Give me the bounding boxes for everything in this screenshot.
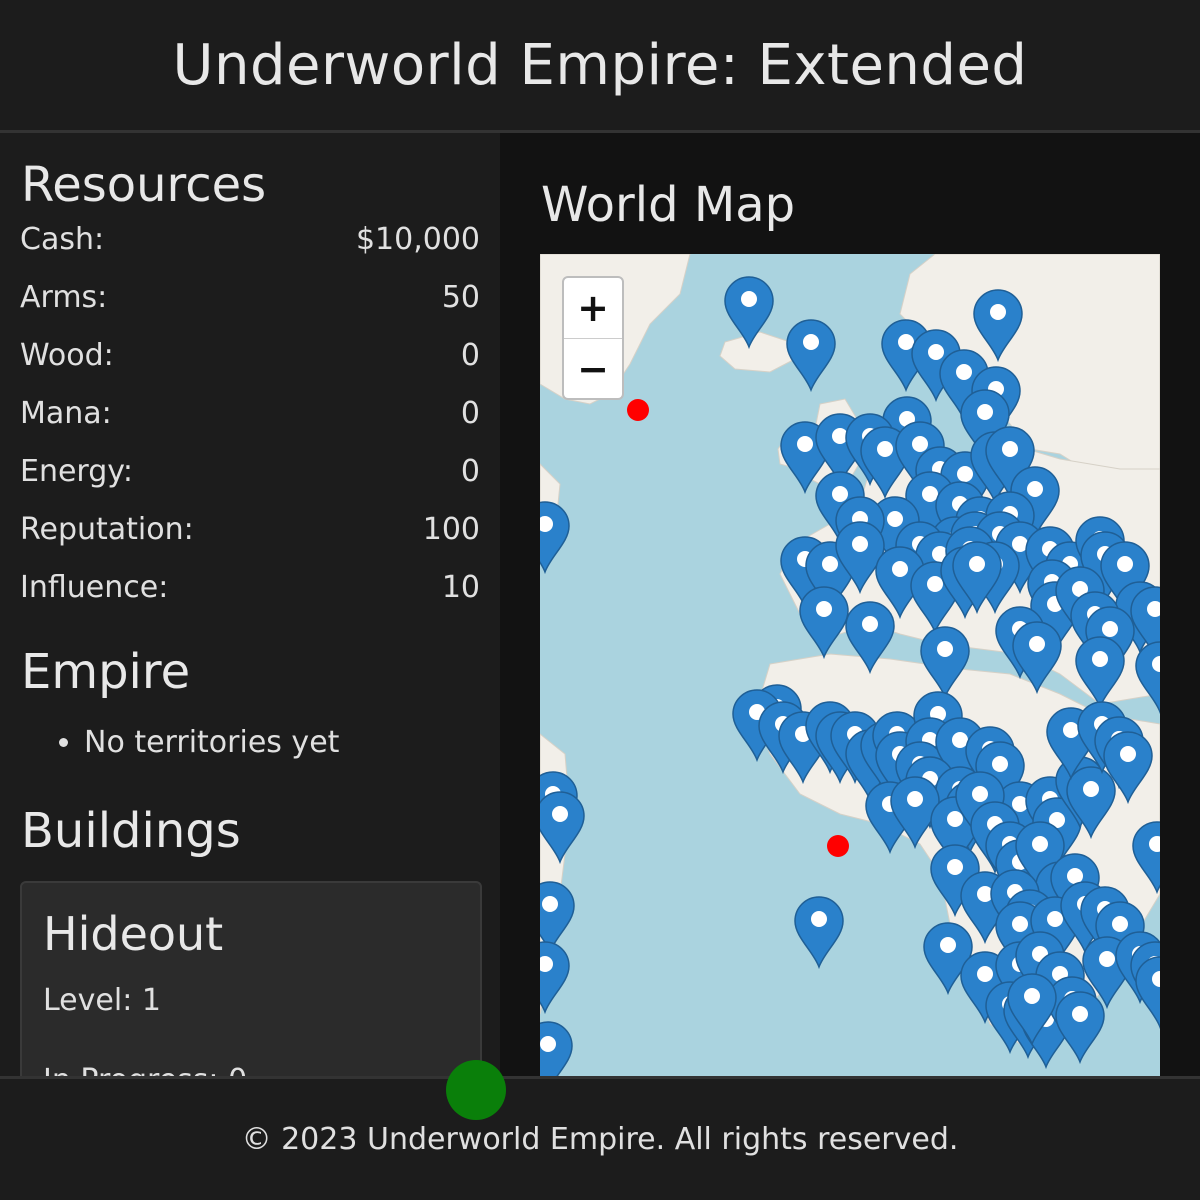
building-card-hideout[interactable]: Hideout Level: 1 In Progress: 0 xyxy=(20,881,482,1076)
resource-value: 50 xyxy=(441,280,480,315)
resource-row-wood: Wood: 0 xyxy=(20,341,480,399)
resource-label: Reputation: xyxy=(20,512,194,547)
resource-label: Energy: xyxy=(20,454,133,489)
resources-list: Cash: $10,000 Arms: 50 Wood: 0 Mana: 0 E… xyxy=(20,225,480,631)
page-title: Underworld Empire: Extended xyxy=(172,32,1028,98)
resources-heading: Resources xyxy=(21,157,267,213)
zoom-control: + − xyxy=(562,276,624,400)
zoom-in-button[interactable]: + xyxy=(564,278,622,339)
main-panel: World Map + − xyxy=(500,133,1200,1076)
buildings-heading: Buildings xyxy=(21,803,241,859)
world-map[interactable]: + − xyxy=(540,254,1160,1076)
resource-label: Cash: xyxy=(20,222,105,257)
resource-value: $10,000 xyxy=(355,222,480,257)
resource-row-arms: Arms: 50 xyxy=(20,283,480,341)
building-in-progress: In Progress: 0 xyxy=(43,1063,247,1076)
map-canvas[interactable] xyxy=(540,254,1160,1076)
building-level: Level: 1 xyxy=(43,983,161,1018)
building-name: Hideout xyxy=(43,907,224,961)
territory-list: No territories yet xyxy=(50,725,339,760)
status-indicator xyxy=(446,1060,506,1120)
resource-label: Wood: xyxy=(20,338,114,373)
footer: © 2023 Underworld Empire. All rights res… xyxy=(0,1076,1200,1200)
resource-row-mana: Mana: 0 xyxy=(20,399,480,457)
list-item: No territories yet xyxy=(84,725,339,760)
resource-row-cash: Cash: $10,000 xyxy=(20,225,480,283)
resource-row-reputation: Reputation: 100 xyxy=(20,515,480,573)
resource-value: 100 xyxy=(422,512,480,547)
resource-label: Influence: xyxy=(20,570,169,605)
sidebar: Resources Cash: $10,000 Arms: 50 Wood: 0… xyxy=(0,133,500,1076)
red-dot-marker[interactable] xyxy=(827,835,849,857)
empire-heading: Empire xyxy=(21,644,191,700)
resource-value: 10 xyxy=(441,570,480,605)
resource-label: Arms: xyxy=(20,280,108,315)
app-header: Underworld Empire: Extended xyxy=(0,0,1200,133)
resource-row-influence: Influence: 10 xyxy=(20,573,480,631)
copyright-text: © 2023 Underworld Empire. All rights res… xyxy=(241,1122,959,1157)
resource-value: 0 xyxy=(460,396,480,431)
red-dot-marker[interactable] xyxy=(627,399,649,421)
resource-row-energy: Energy: 0 xyxy=(20,457,480,515)
resource-value: 0 xyxy=(460,338,480,373)
resource-value: 0 xyxy=(460,454,480,489)
zoom-out-button[interactable]: − xyxy=(564,339,622,399)
resource-label: Mana: xyxy=(20,396,112,431)
map-heading: World Map xyxy=(541,177,796,233)
